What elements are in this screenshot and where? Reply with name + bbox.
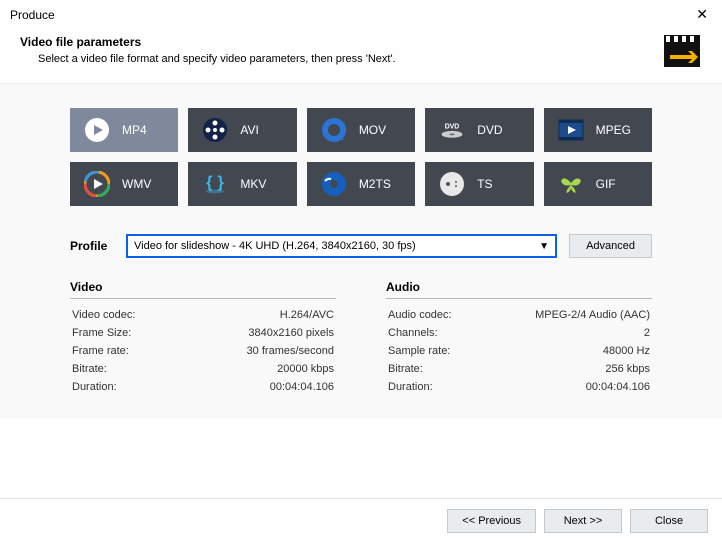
audio-params: Audio Audio codec: MPEG-2/4 Audio (AAC) C…: [386, 280, 652, 399]
format-row-2: WMV { } MKV M2TS TS GIF: [70, 162, 652, 206]
svg-text:{ }: { }: [207, 173, 225, 192]
quicktime-icon: [321, 117, 347, 143]
butterfly-icon: [558, 171, 584, 197]
format-label: MPEG: [596, 123, 652, 137]
format-avi[interactable]: AVI: [188, 108, 296, 152]
video-framesize-value: 3840x2160 pixels: [248, 327, 334, 339]
audio-codec-label: Audio codec:: [388, 309, 452, 321]
dvd-icon: DVD: [439, 117, 465, 143]
header-subtitle: Select a video file format and specify v…: [20, 53, 396, 65]
svg-text:DVD: DVD: [445, 123, 460, 130]
film-reel-icon: [202, 117, 228, 143]
ts-icon: [439, 171, 465, 197]
format-wmv[interactable]: WMV: [70, 162, 178, 206]
audio-bitrate-value: 256 kbps: [605, 363, 650, 375]
format-mkv[interactable]: { } MKV: [188, 162, 296, 206]
profile-select[interactable]: Video for slideshow - 4K UHD (H.264, 384…: [126, 234, 557, 258]
windows-media-icon: [84, 171, 110, 197]
close-button[interactable]: Close: [630, 509, 708, 533]
format-mpeg[interactable]: MPEG: [544, 108, 652, 152]
format-label: AVI: [240, 123, 296, 137]
format-ts[interactable]: TS: [425, 162, 533, 206]
audio-bitrate-label: Bitrate:: [388, 363, 423, 375]
footer: << Previous Next >> Close: [0, 498, 722, 542]
previous-button[interactable]: << Previous: [447, 509, 536, 533]
bluray-icon: [321, 171, 347, 197]
video-params: Video Video codec: H.264/AVC Frame Size: 3…: [70, 280, 336, 399]
window-title: Produce: [10, 8, 55, 22]
format-mov[interactable]: MOV: [307, 108, 415, 152]
profile-row: Profile Video for slideshow - 4K UHD (H.…: [70, 234, 652, 258]
format-label: M2TS: [359, 177, 415, 191]
format-label: TS: [477, 177, 533, 191]
content: MP4 AVI MOV DVD DVD MPEG: [0, 83, 722, 419]
format-label: MP4: [122, 123, 178, 137]
format-label: MOV: [359, 123, 415, 137]
play-circle-icon: [84, 117, 110, 143]
header-title: Video file parameters: [20, 35, 396, 49]
audio-duration-label: Duration:: [388, 381, 433, 393]
video-framerate-value: 30 frames/second: [247, 345, 334, 357]
film-strip-icon: [558, 117, 584, 143]
chevron-down-icon: ▼: [539, 241, 549, 252]
format-m2ts[interactable]: M2TS: [307, 162, 415, 206]
header-text: Video file parameters Select a video fil…: [20, 35, 396, 65]
header: Video file parameters Select a video fil…: [0, 29, 722, 83]
format-label: DVD: [477, 123, 533, 137]
audio-channels-value: 2: [644, 327, 650, 339]
video-codec-label: Video codec:: [72, 309, 135, 321]
video-codec-value: H.264/AVC: [280, 309, 334, 321]
video-bitrate-value: 20000 kbps: [277, 363, 334, 375]
video-framesize-label: Frame Size:: [72, 327, 131, 339]
audio-heading: Audio: [386, 280, 652, 299]
format-gif[interactable]: GIF: [544, 162, 652, 206]
format-label: MKV: [240, 177, 296, 191]
braces-icon: { }: [202, 171, 228, 197]
format-label: GIF: [596, 177, 652, 191]
audio-channels-label: Channels:: [388, 327, 438, 339]
audio-codec-value: MPEG-2/4 Audio (AAC): [535, 309, 650, 321]
titlebar: Produce ✕: [0, 0, 722, 29]
video-framerate-label: Frame rate:: [72, 345, 129, 357]
clapperboard-icon: [662, 35, 702, 69]
video-duration-label: Duration:: [72, 381, 117, 393]
close-icon[interactable]: ✕: [692, 6, 712, 23]
profile-label: Profile: [70, 239, 114, 253]
video-heading: Video: [70, 280, 336, 299]
audio-samplerate-value: 48000 Hz: [603, 345, 650, 357]
video-bitrate-label: Bitrate:: [72, 363, 107, 375]
audio-samplerate-label: Sample rate:: [388, 345, 450, 357]
format-mp4[interactable]: MP4: [70, 108, 178, 152]
advanced-button[interactable]: Advanced: [569, 234, 652, 258]
video-duration-value: 00:04:04.106: [270, 381, 334, 393]
format-dvd[interactable]: DVD DVD: [425, 108, 533, 152]
next-button[interactable]: Next >>: [544, 509, 622, 533]
format-label: WMV: [122, 177, 178, 191]
params: Video Video codec: H.264/AVC Frame Size: 3…: [70, 280, 652, 399]
format-row-1: MP4 AVI MOV DVD DVD MPEG: [70, 108, 652, 152]
audio-duration-value: 00:04:04.106: [586, 381, 650, 393]
profile-value: Video for slideshow - 4K UHD (H.264, 384…: [134, 240, 416, 252]
